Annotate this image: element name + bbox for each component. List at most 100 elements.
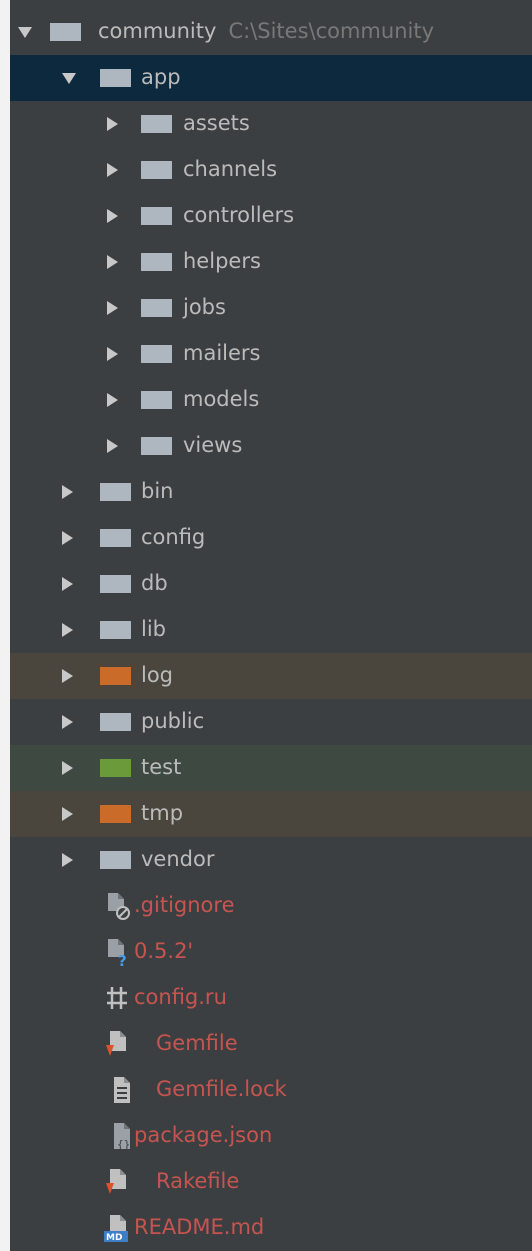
folder-label: public [141, 709, 205, 733]
svg-text:{}: {} [117, 1138, 130, 1151]
chevron-down-icon[interactable] [18, 27, 32, 38]
folder-icon [141, 345, 172, 363]
file-label: README.md [134, 1215, 265, 1239]
tree-row-helpers[interactable]: helpers [10, 239, 532, 285]
project-name: community [98, 19, 217, 43]
tree-row-app[interactable]: app [10, 55, 532, 101]
tree-row-assets[interactable]: assets [10, 101, 532, 147]
tree-row-mailers[interactable]: mailers [10, 331, 532, 377]
markdown-icon: MD [104, 1215, 128, 1243]
folder-label: vendor [141, 847, 215, 871]
tree-row-gemfile-lock[interactable]: Gemfile.lock [10, 1067, 532, 1113]
tree-row-vendor[interactable]: vendor [10, 837, 532, 883]
folder-icon [100, 69, 131, 87]
folder-icon [141, 115, 172, 133]
tree-row-public[interactable]: public [10, 699, 532, 745]
folder-label: assets [183, 111, 250, 135]
folder-icon [100, 529, 131, 547]
folder-label: jobs [183, 295, 226, 319]
chevron-right-icon[interactable] [62, 485, 73, 499]
chevron-right-icon[interactable] [107, 163, 118, 177]
tree-row-gemfile[interactable]: Gemfile [10, 1021, 532, 1067]
folder-label: lib [141, 617, 166, 641]
tree-row-unknown-file[interactable]: ? 0.5.2' [10, 929, 532, 975]
tree-row-db[interactable]: db [10, 561, 532, 607]
folder-icon [100, 575, 131, 593]
folder-label: db [141, 571, 168, 595]
chevron-right-icon[interactable] [62, 853, 73, 867]
chevron-right-icon[interactable] [107, 439, 118, 453]
folder-label: log [141, 663, 174, 687]
tree-row-gitignore[interactable]: .gitignore [10, 883, 532, 929]
tree-row-project-root[interactable]: community C:\Sites\community [10, 9, 532, 55]
folder-label: channels [183, 157, 278, 181]
folder-label: models [183, 387, 260, 411]
json-file-icon: {} [114, 1123, 130, 1151]
chevron-right-icon[interactable] [62, 577, 73, 591]
folder-label: test [141, 755, 182, 779]
project-tree: community C:\Sites\community app assets c… [10, 9, 532, 1251]
chevron-right-icon[interactable] [107, 347, 118, 361]
folder-label: views [183, 433, 243, 457]
tree-row-rakefile[interactable]: Rakefile [10, 1159, 532, 1205]
tree-row-tmp[interactable]: tmp [10, 791, 532, 837]
folder-icon [141, 299, 172, 317]
tree-row-controllers[interactable]: controllers [10, 193, 532, 239]
folder-icon [141, 161, 172, 179]
folder-label: helpers [183, 249, 261, 273]
file-label: config.ru [134, 985, 227, 1009]
tree-row-channels[interactable]: channels [10, 147, 532, 193]
svg-text:MD: MD [106, 1233, 122, 1243]
file-label: Gemfile.lock [156, 1077, 287, 1101]
folder-icon [141, 391, 172, 409]
tree-row-views[interactable]: views [10, 423, 532, 469]
folder-label: bin [141, 479, 174, 503]
tree-row-jobs[interactable]: jobs [10, 285, 532, 331]
chevron-right-icon[interactable] [107, 117, 118, 131]
file-label: 0.5.2' [134, 939, 194, 963]
tree-row-config[interactable]: config [10, 515, 532, 561]
svg-text:?: ? [118, 952, 127, 967]
chevron-right-icon[interactable] [62, 531, 73, 545]
chevron-right-icon[interactable] [107, 209, 118, 223]
folder-icon [141, 207, 172, 225]
tree-row-config-ru[interactable]: config.ru [10, 975, 532, 1021]
chevron-right-icon[interactable] [62, 761, 73, 775]
tree-row-log[interactable]: log [10, 653, 532, 699]
tree-row-models[interactable]: models [10, 377, 532, 423]
tree-row-package-json[interactable]: {} package.json [10, 1113, 532, 1159]
folder-icon [100, 621, 131, 639]
test-folder-icon [100, 759, 131, 777]
chevron-right-icon[interactable] [62, 807, 73, 821]
folder-icon [141, 253, 172, 271]
tree-row-bin[interactable]: bin [10, 469, 532, 515]
folder-label: controllers [183, 203, 295, 227]
folder-label: config [141, 525, 206, 549]
tree-row-test[interactable]: test [10, 745, 532, 791]
unknown-file-icon: ? [108, 939, 127, 967]
file-label: .gitignore [134, 893, 235, 917]
window-edge [0, 0, 10, 1251]
file-label: package.json [134, 1123, 273, 1147]
text-file-icon [114, 1077, 130, 1103]
gitignore-icon [108, 893, 130, 920]
chevron-right-icon[interactable] [107, 393, 118, 407]
project-path: C:\Sites\community [228, 19, 435, 43]
excluded-folder-icon [100, 805, 131, 823]
tree-row-lib[interactable]: lib [10, 607, 532, 653]
chevron-right-icon[interactable] [107, 301, 118, 315]
folder-label: app [141, 65, 181, 89]
folder-icon [50, 23, 81, 41]
hash-icon [107, 987, 127, 1009]
folder-label: mailers [183, 341, 261, 365]
chevron-right-icon[interactable] [107, 255, 118, 269]
rakefile-icon [106, 1169, 126, 1194]
chevron-right-icon[interactable] [62, 623, 73, 637]
chevron-right-icon[interactable] [62, 669, 73, 683]
file-label: Gemfile [156, 1031, 238, 1055]
tree-row-readme[interactable]: MD README.md [10, 1205, 532, 1251]
chevron-down-icon[interactable] [62, 73, 76, 84]
folder-icon [141, 437, 172, 455]
chevron-right-icon[interactable] [62, 715, 73, 729]
excluded-folder-icon [100, 667, 131, 685]
